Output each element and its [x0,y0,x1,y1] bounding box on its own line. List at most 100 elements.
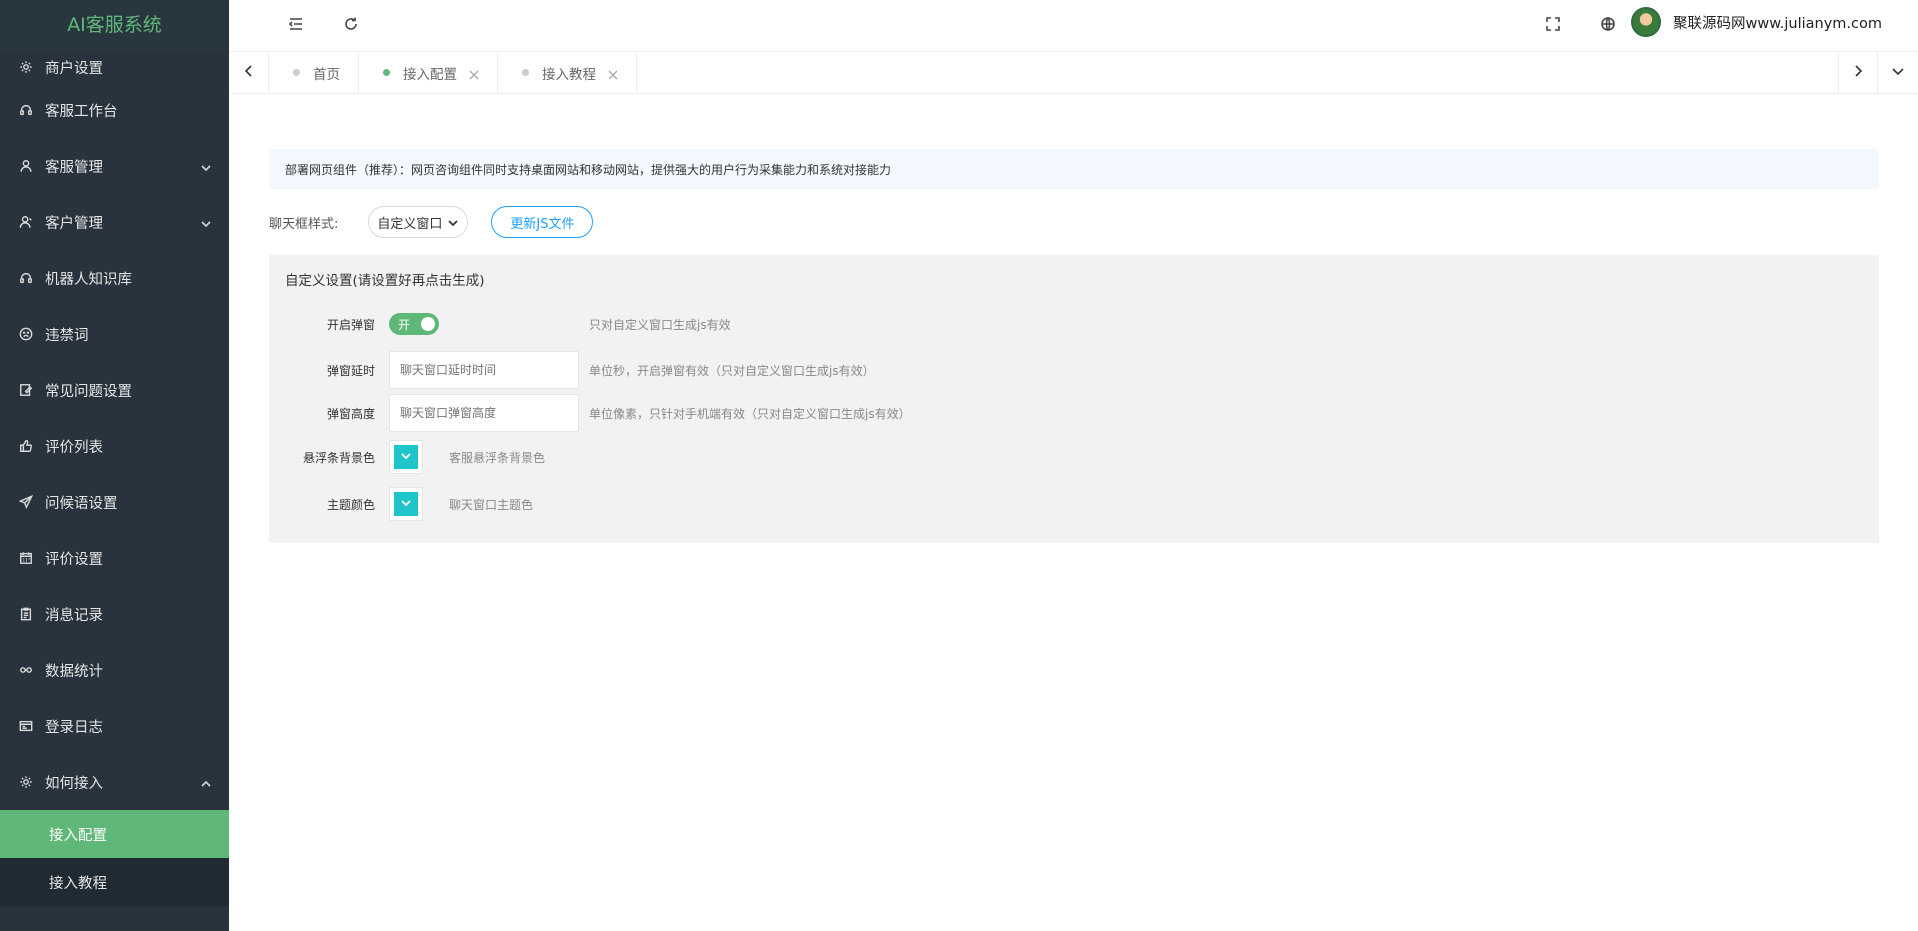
sidebar-item-label: 如何接入 [45,775,103,792]
theme-color-swatch [394,492,418,516]
globe-icon [1600,16,1616,36]
sidebar-subitem-integration-tutorial[interactable]: 接入教程 [0,858,229,906]
chat-style-select[interactable]: 自定义窗口 [368,206,469,238]
height-input[interactable] [389,394,579,432]
sidebar-item-label: 问候语设置 [45,495,118,512]
delay-hint: 单位秒，开启弹窗有效（只对自定义窗口生成js有效） [589,363,875,378]
close-icon[interactable] [608,68,618,79]
thumbs-up-icon [19,439,33,453]
popup-toggle[interactable]: 开 [389,313,439,335]
customer-icon [19,215,33,229]
tab-options-button[interactable] [1878,52,1918,93]
fullscreen-button[interactable] [1533,0,1573,52]
chevron-down-icon [201,217,211,228]
update-js-button[interactable]: 更新JS文件 [491,206,594,238]
popup-hint: 只对自定义窗口生成js有效 [589,317,731,332]
sidebar-item-merchant-settings[interactable]: 商户设置 [0,52,229,82]
tab-scroll-left-button[interactable] [229,52,269,93]
sidebar-submenu: 接入配置 接入教程 [0,810,229,906]
top-header: 聚联源码网www.julianym.com [229,0,1918,52]
toggle-knob [421,317,435,331]
avatar [1631,7,1661,37]
sidebar-item-label: 常见问题设置 [45,383,132,400]
sidebar-item-label: 数据统计 [45,663,103,680]
tab-integration-tutorial[interactable]: 接入教程 [498,52,637,93]
popup-label: 开启弹窗 [326,317,375,332]
delay-input[interactable] [389,351,579,389]
tab-status-dot [383,69,390,76]
sidebar-item-banned-words[interactable]: 违禁词 [0,306,229,362]
language-button[interactable] [1588,0,1628,52]
tab-status-dot [522,69,529,76]
chevron-up-icon [201,777,211,787]
sidebar-item-message-records[interactable]: 消息记录 [0,586,229,642]
chevron-down-icon [448,217,459,227]
theme-color-hint: 聊天窗口主题色 [449,497,534,512]
edit-icon [19,383,33,397]
chat-style-row: 聊天框样式: 自定义窗口 更新JS文件 [269,206,594,238]
delay-row: 弹窗延时 单位秒，开启弹窗有效（只对自定义窗口生成js有效） [269,351,875,389]
sidebar-item-robot-knowledge[interactable]: 机器人知识库 [0,250,229,306]
float-bg-color-picker[interactable] [389,440,423,474]
sidebar-menu: 商户设置 客服工作台 客服管理 客户管理 机器人知识库 违禁词 常见问题设置 评… [0,52,229,810]
chevron-right-icon [1851,64,1865,82]
robot-icon [19,271,33,285]
sidebar-item-label: 评价列表 [45,439,103,456]
sidebar-item-agent-workbench[interactable]: 客服工作台 [0,82,229,138]
sidebar-item-how-to-integrate[interactable]: 如何接入 [0,754,229,810]
tab-label: 接入配置 [403,66,457,83]
sidebar-item-label: 机器人知识库 [45,271,132,288]
chevron-down-icon [1891,64,1905,82]
sidebar-subitem-integration-config[interactable]: 接入配置 [0,810,229,858]
sidebar-item-rating-list[interactable]: 评价列表 [0,418,229,474]
brand-logo[interactable]: AI客服系统 [0,0,229,52]
sidebar-item-label: 商户设置 [45,60,103,77]
refresh-icon [343,16,359,36]
user-name: 聚联源码网www.julianym.com [1673,15,1882,32]
notice-banner: 部署网页组件（推荐）：网页咨询组件同时支持桌面网站和移动网站，提供强大的用户行为… [269,149,1879,189]
tab-label: 首页 [313,66,340,83]
theme-color-picker[interactable] [389,487,423,521]
custom-settings-panel: 自定义设置(请设置好再点击生成) 开启弹窗 开 只对自定义窗口生成js有效 弹窗… [269,255,1879,543]
refresh-button[interactable] [331,0,371,52]
tab-scroll-right-button[interactable] [1838,52,1878,93]
menu-fold-button[interactable] [276,0,316,52]
chat-style-value: 自定义窗口 [377,216,443,232]
tab-list: 首页 接入配置 接入教程 [269,52,637,93]
sidebar-item-rating-settings[interactable]: 评价设置 [0,530,229,586]
chevron-down-icon [401,449,411,465]
clipboard-icon [19,607,33,621]
height-label: 弹窗高度 [326,406,375,421]
tab-home[interactable]: 首页 [269,52,359,93]
theme-color-label: 主题颜色 [326,497,375,512]
link-icon [19,663,33,677]
sidebar-item-faq-settings[interactable]: 常见问题设置 [0,362,229,418]
toggle-text: 开 [398,317,411,332]
sidebar-item-label: 登录日志 [45,719,103,736]
tab-integration-config[interactable]: 接入配置 [359,52,498,93]
float-bg-hint: 客服悬浮条背景色 [449,450,546,465]
user-icon [19,159,33,173]
close-icon[interactable] [469,68,479,79]
sidebar-item-label: 评价设置 [45,551,103,568]
sidebar-item-statistics[interactable]: 数据统计 [0,642,229,698]
sidebar-item-greeting-settings[interactable]: 问候语设置 [0,474,229,530]
menu-fold-icon [288,16,304,36]
sidebar-item-customer-management[interactable]: 客户管理 [0,194,229,250]
tab-status-dot [293,69,300,76]
tab-label: 接入教程 [542,66,596,83]
user-menu[interactable]: 聚联源码网www.julianym.com [1631,0,1882,44]
frown-icon [19,327,33,341]
popup-row: 开启弹窗 开 只对自定义窗口生成js有效 [269,313,731,335]
chevron-left-icon [242,64,256,82]
gear-icon [19,60,33,74]
float-bg-swatch [394,445,418,469]
sidebar-item-label: 客服工作台 [45,103,118,120]
fullscreen-icon [1545,16,1561,36]
sidebar-item-agent-management[interactable]: 客服管理 [0,138,229,194]
sidebar-item-login-log[interactable]: 登录日志 [0,698,229,754]
panel-title: 自定义设置(请设置好再点击生成) [285,273,485,289]
sidebar-item-label: 客服管理 [45,159,103,176]
log-icon [19,719,33,733]
calendar-icon [19,551,33,565]
